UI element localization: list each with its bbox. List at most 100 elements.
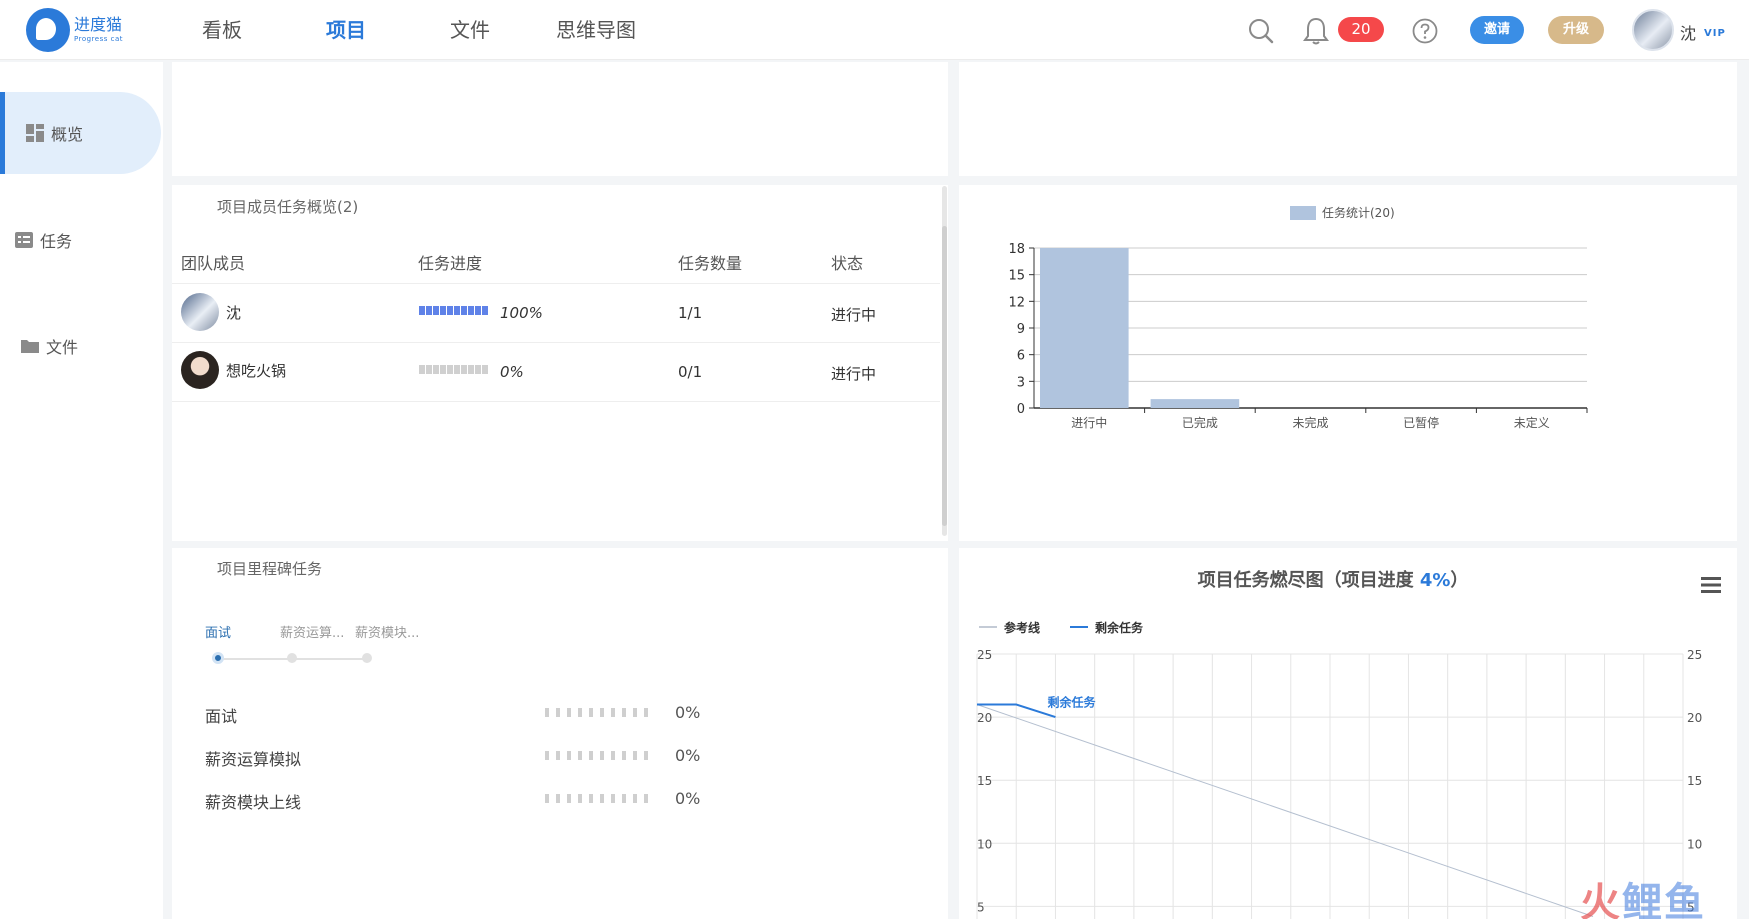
sidebar: 概览 任务 文件 bbox=[0, 62, 163, 919]
sidebar-item-label: 任务 bbox=[40, 232, 73, 251]
logo-mark-icon bbox=[26, 8, 70, 52]
logo-subtext: Progress cat bbox=[74, 35, 123, 43]
members-panel-title: 项目成员任务概览(2) bbox=[217, 198, 359, 216]
folder-icon bbox=[21, 340, 39, 353]
logo-text: 进度猫 bbox=[74, 15, 123, 34]
milestone-progress-bar bbox=[545, 794, 648, 803]
avatar bbox=[181, 351, 219, 389]
progress-bar bbox=[419, 365, 488, 374]
y-tick-label-right: 15 bbox=[1687, 774, 1702, 788]
milestone-progress-bar bbox=[545, 708, 648, 717]
help-icon[interactable] bbox=[1412, 18, 1438, 44]
progress-percent: 100% bbox=[500, 304, 543, 322]
watermark-logo: 火鲤鱼 bbox=[1580, 880, 1706, 919]
milestone-progress-bar bbox=[545, 751, 648, 760]
milestone-name: 面试 bbox=[205, 707, 238, 726]
table-divider bbox=[172, 401, 940, 402]
sidebar-item-label: 文件 bbox=[46, 338, 79, 357]
burndown-panel: 项目任务燃尽图（项目进度 4%） 参考线 剩余任务 5 5 10 10 15 15 20 20 25 2… bbox=[959, 548, 1737, 919]
task-list-icon bbox=[15, 232, 33, 248]
legend-label: 参考线 bbox=[1004, 620, 1040, 635]
y-tick-label-left: 5 bbox=[977, 900, 985, 914]
sidebar-item-tasks[interactable]: 任务 bbox=[0, 199, 161, 281]
milestone-tab[interactable]: 薪资运算... bbox=[280, 622, 344, 641]
progress-percent: 0% bbox=[500, 363, 524, 381]
col-header-count: 任务数量 bbox=[678, 254, 743, 273]
task-stats-panel: 任务统计(20) 0 3 6 9 12 15 18 进行中 已完成 未完成 已暂停 未定义 bbox=[959, 185, 1737, 541]
table-divider bbox=[172, 342, 940, 343]
bar bbox=[1150, 399, 1240, 408]
dashboard-icon bbox=[26, 124, 44, 142]
y-tick-label-left: 15 bbox=[977, 774, 992, 788]
series-label: 剩余任务 bbox=[1047, 694, 1096, 709]
milestone-panel-title: 项目里程碑任务 bbox=[217, 560, 323, 578]
y-tick-label-left: 10 bbox=[977, 837, 992, 851]
member-name: 想吃火锅 bbox=[226, 362, 287, 380]
burndown-title: 项目任务燃尽图（项目进度 4%） bbox=[1198, 569, 1469, 591]
task-count: 1/1 bbox=[678, 304, 703, 322]
vip-badge: VIP bbox=[1704, 28, 1726, 39]
milestone-name: 薪资运算模拟 bbox=[205, 750, 302, 769]
nav-item-board[interactable]: 看板 bbox=[202, 0, 326, 60]
y-tick-label: 3 bbox=[1017, 375, 1025, 390]
y-tick-label-right: 10 bbox=[1687, 837, 1702, 851]
menu-icon[interactable] bbox=[1700, 576, 1722, 594]
y-tick-label-right: 25 bbox=[1687, 648, 1702, 662]
y-tick-label: 9 bbox=[1017, 322, 1025, 337]
reference-line bbox=[976, 704, 1594, 917]
milestone-percent: 0% bbox=[675, 789, 701, 808]
burndown-chart: 项目任务燃尽图（项目进度 4%）参考线 剩余任务5 510 1015 1520 2025 2… bbox=[976, 569, 1702, 919]
nav-item-project[interactable]: 项目 bbox=[326, 0, 450, 60]
legend-label: 任务统计(20) bbox=[1322, 205, 1395, 220]
y-tick-label: 18 bbox=[1008, 242, 1025, 257]
bar bbox=[1040, 248, 1129, 408]
top-left-panel bbox=[172, 62, 948, 176]
search-icon[interactable] bbox=[1248, 18, 1274, 44]
top-right-panel bbox=[959, 62, 1737, 176]
status-text: 进行中 bbox=[831, 365, 877, 383]
milestone-name: 薪资模块上线 bbox=[205, 793, 302, 812]
milestone-percent: 0% bbox=[675, 746, 701, 765]
milestone-dot[interactable] bbox=[212, 652, 224, 664]
scrollbar-thumb[interactable] bbox=[942, 226, 947, 526]
legend-swatch bbox=[1290, 206, 1316, 220]
y-tick-label: 15 bbox=[1008, 269, 1025, 284]
milestone-tab[interactable]: 面试 bbox=[205, 622, 231, 641]
y-tick-label: 12 bbox=[1008, 295, 1025, 310]
nav-item-mindmap[interactable]: 思维导图 bbox=[556, 0, 636, 60]
milestone-dot[interactable] bbox=[362, 653, 372, 663]
bell-icon[interactable] bbox=[1303, 16, 1329, 46]
y-tick-label: 0 bbox=[1017, 402, 1025, 417]
user-avatar[interactable] bbox=[1632, 9, 1674, 51]
main-nav: 看板 项目 文件 思维导图 bbox=[200, 0, 636, 60]
col-header-member: 团队成员 bbox=[181, 254, 246, 273]
x-tick-label: 未定义 bbox=[1514, 415, 1550, 430]
y-tick-label-left: 20 bbox=[977, 711, 992, 725]
top-bar: 进度猫 Progress cat 看板 项目 文件 思维导图 20 邀请 升级 … bbox=[0, 0, 1749, 60]
sidebar-item-files[interactable]: 文件 bbox=[0, 305, 161, 387]
milestone-tab[interactable]: 薪资模块... bbox=[355, 622, 419, 641]
nav-item-files[interactable]: 文件 bbox=[450, 0, 556, 60]
milestone-panel bbox=[172, 548, 948, 919]
legend-label: 剩余任务 bbox=[1095, 620, 1144, 635]
sidebar-item-label: 概览 bbox=[51, 125, 84, 144]
x-tick-label: 已完成 bbox=[1182, 415, 1218, 430]
task-stats-bar-chart: 任务统计(20) 0 3 6 9 12 15 18 进行中 已完成 未完成 已暂停 未定义 bbox=[1008, 205, 1588, 430]
milestone-percent: 0% bbox=[675, 703, 701, 722]
table-divider bbox=[172, 283, 940, 284]
x-tick-label: 未完成 bbox=[1292, 415, 1328, 430]
x-tick-label: 进行中 bbox=[1071, 415, 1107, 430]
col-header-progress: 任务进度 bbox=[418, 254, 483, 273]
x-tick-label: 已暂停 bbox=[1403, 415, 1439, 430]
y-tick-label-right: 20 bbox=[1687, 711, 1702, 725]
sidebar-item-overview[interactable]: 概览 bbox=[0, 92, 161, 174]
milestone-dot[interactable] bbox=[287, 653, 297, 663]
avatar bbox=[181, 293, 219, 331]
notification-badge[interactable]: 20 bbox=[1338, 17, 1384, 42]
upgrade-button[interactable]: 升级 bbox=[1548, 16, 1604, 44]
invite-button[interactable]: 邀请 bbox=[1470, 16, 1524, 44]
progress-bar bbox=[419, 306, 488, 315]
user-name[interactable]: 沈 bbox=[1680, 20, 1696, 44]
y-tick-label: 6 bbox=[1017, 349, 1025, 364]
logo[interactable]: 进度猫 Progress cat bbox=[26, 8, 126, 52]
